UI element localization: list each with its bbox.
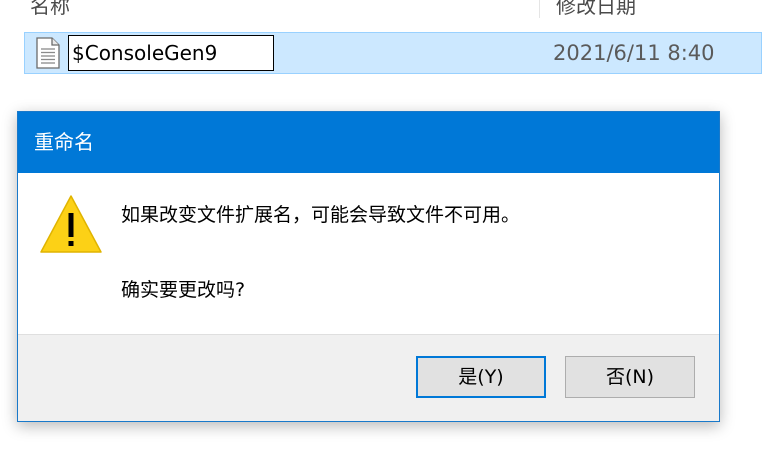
column-header-date[interactable]: 修改日期 bbox=[556, 0, 636, 19]
file-modified-date: 2021/6/11 8:40 bbox=[553, 41, 715, 65]
yes-button[interactable]: 是(Y) bbox=[416, 356, 546, 398]
dialog-footer: 是(Y) 否(N) bbox=[18, 334, 719, 421]
rename-input[interactable] bbox=[68, 35, 274, 71]
column-header-name[interactable]: 名称 bbox=[30, 0, 70, 19]
column-divider[interactable] bbox=[539, 0, 540, 18]
document-icon bbox=[36, 37, 60, 69]
column-header: 名称 修改日期 bbox=[0, 0, 762, 22]
rename-dialog: 重命名 如果改变文件扩展名，可能会导致文件不可用。 确实要更改吗? 是(Y) 否… bbox=[17, 111, 720, 422]
file-row-selected[interactable]: 2021/6/11 8:40 bbox=[24, 32, 762, 74]
dialog-message: 如果改变文件扩展名，可能会导致文件不可用。 bbox=[121, 204, 521, 226]
dialog-title: 重命名 bbox=[34, 130, 94, 154]
dialog-question: 确实要更改吗? bbox=[121, 279, 246, 301]
dialog-content: 如果改变文件扩展名，可能会导致文件不可用。 确实要更改吗? bbox=[18, 173, 719, 334]
no-button[interactable]: 否(N) bbox=[565, 356, 695, 398]
warning-icon bbox=[40, 195, 102, 253]
dialog-titlebar[interactable]: 重命名 bbox=[18, 112, 719, 173]
